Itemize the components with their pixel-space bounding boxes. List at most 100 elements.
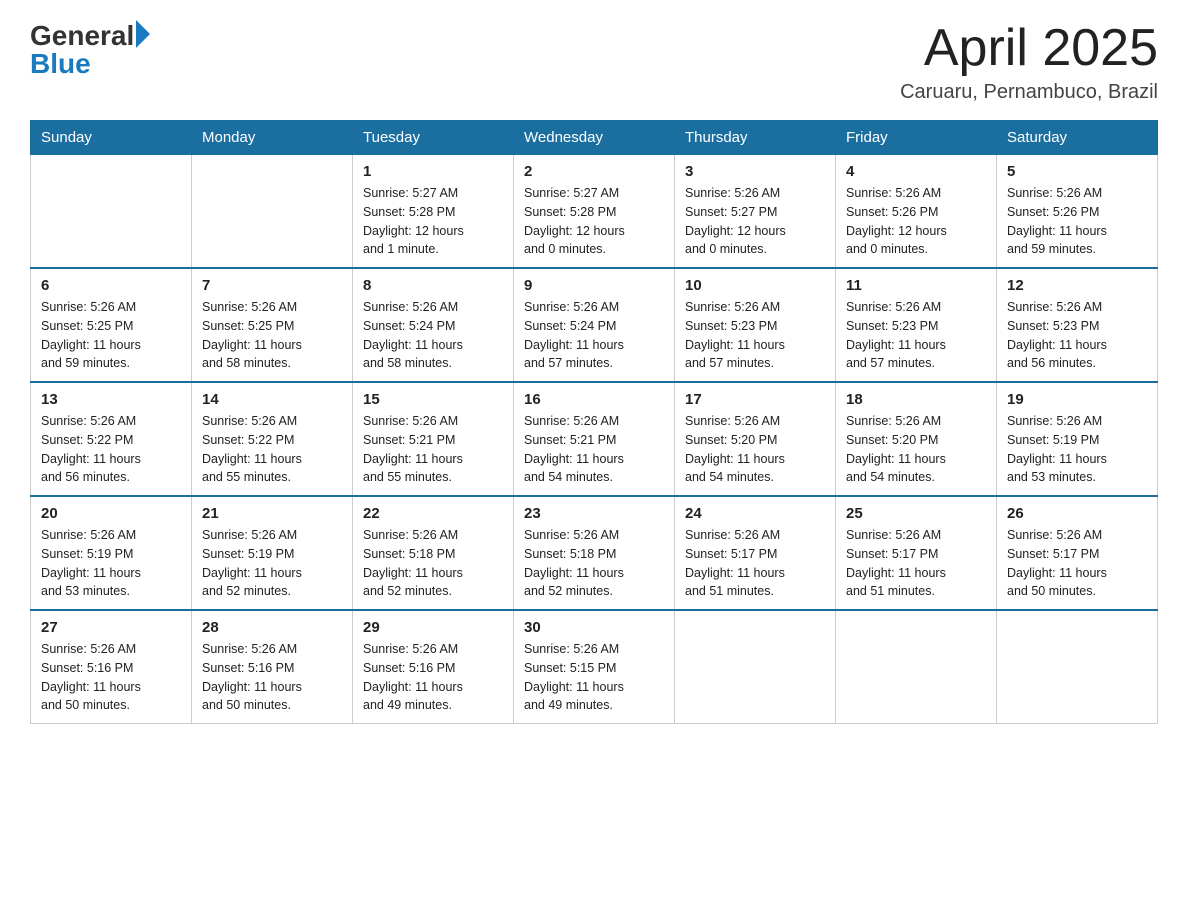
calendar-week-row: 20 Sunrise: 5:26 AMSunset: 5:19 PMDayligh… bbox=[31, 496, 1158, 610]
day-number: 8 bbox=[363, 277, 503, 294]
day-info: Sunrise: 5:26 AMSunset: 5:18 PMDaylight:… bbox=[363, 526, 503, 601]
location-title: Caruaru, Pernambuco, Brazil bbox=[900, 81, 1158, 104]
calendar-cell: 8Sunrise: 5:26 AMSunset: 5:24 PMDaylight… bbox=[353, 268, 514, 382]
day-number: 16 bbox=[524, 391, 664, 408]
day-info: Sunrise: 5:27 AMSunset: 5:28 PMDaylight:… bbox=[363, 184, 503, 259]
day-info: Sunrise: 5:26 AMSunset: 5:26 PMDaylight:… bbox=[1007, 184, 1147, 259]
calendar-cell: 18 Sunrise: 5:26 AMSunset: 5:20 PMDayligh… bbox=[836, 382, 997, 496]
day-number: 29 bbox=[363, 619, 503, 636]
calendar-cell: 21 Sunrise: 5:26 AMSunset: 5:19 PMDayligh… bbox=[192, 496, 353, 610]
header-wednesday: Wednesday bbox=[514, 121, 675, 155]
day-info: Sunrise: 5:26 AMSunset: 5:25 PMDaylight:… bbox=[202, 298, 342, 373]
calendar-week-row: 6 Sunrise: 5:26 AMSunset: 5:25 PMDaylight… bbox=[31, 268, 1158, 382]
day-number: 26 bbox=[1007, 505, 1147, 522]
day-info: Sunrise: 5:26 AMSunset: 5:23 PMDaylight:… bbox=[846, 298, 986, 373]
header-tuesday: Tuesday bbox=[353, 121, 514, 155]
day-number: 25 bbox=[846, 505, 986, 522]
calendar-cell bbox=[31, 155, 192, 269]
day-number: 24 bbox=[685, 505, 825, 522]
day-info: Sunrise: 5:26 AMSunset: 5:15 PMDaylight:… bbox=[524, 640, 664, 715]
calendar-cell: 6 Sunrise: 5:26 AMSunset: 5:25 PMDaylight… bbox=[31, 268, 192, 382]
calendar-cell: 16 Sunrise: 5:26 AMSunset: 5:21 PMDayligh… bbox=[514, 382, 675, 496]
day-number: 18 bbox=[846, 391, 986, 408]
day-info: Sunrise: 5:26 AMSunset: 5:16 PMDaylight:… bbox=[41, 640, 181, 715]
day-info: Sunrise: 5:26 AMSunset: 5:21 PMDaylight:… bbox=[524, 412, 664, 487]
day-number: 22 bbox=[363, 505, 503, 522]
calendar-week-row: 1 Sunrise: 5:27 AMSunset: 5:28 PMDaylight… bbox=[31, 155, 1158, 269]
day-number: 6 bbox=[41, 277, 181, 294]
day-number: 17 bbox=[685, 391, 825, 408]
calendar-cell: 17Sunrise: 5:26 AMSunset: 5:20 PMDayligh… bbox=[675, 382, 836, 496]
day-info: Sunrise: 5:26 AMSunset: 5:25 PMDaylight:… bbox=[41, 298, 181, 373]
calendar-cell: 11 Sunrise: 5:26 AMSunset: 5:23 PMDayligh… bbox=[836, 268, 997, 382]
calendar-cell: 14 Sunrise: 5:26 AMSunset: 5:22 PMDayligh… bbox=[192, 382, 353, 496]
day-info: Sunrise: 5:26 AMSunset: 5:24 PMDaylight:… bbox=[524, 298, 664, 373]
day-number: 10 bbox=[685, 277, 825, 294]
calendar-cell bbox=[997, 610, 1158, 724]
day-number: 30 bbox=[524, 619, 664, 636]
calendar-week-row: 13 Sunrise: 5:26 AMSunset: 5:22 PMDayligh… bbox=[31, 382, 1158, 496]
day-info: Sunrise: 5:26 AMSunset: 5:18 PMDaylight:… bbox=[524, 526, 664, 601]
day-number: 14 bbox=[202, 391, 342, 408]
calendar-cell: 13Sunrise: 5:26 AMSunset: 5:22 PMDayligh… bbox=[31, 382, 192, 496]
calendar-cell: 9 Sunrise: 5:26 AMSunset: 5:24 PMDaylight… bbox=[514, 268, 675, 382]
day-info: Sunrise: 5:26 AMSunset: 5:17 PMDaylight:… bbox=[1007, 526, 1147, 601]
day-info: Sunrise: 5:26 AMSunset: 5:26 PMDaylight:… bbox=[846, 184, 986, 259]
title-area: April 2025 Caruaru, Pernambuco, Brazil bbox=[900, 20, 1158, 104]
calendar-cell: 12 Sunrise: 5:26 AMSunset: 5:23 PMDayligh… bbox=[997, 268, 1158, 382]
day-number: 5 bbox=[1007, 163, 1147, 180]
calendar-table: SundayMondayTuesdayWednesdayThursdayFrid… bbox=[30, 120, 1158, 724]
logo-blue-text: Blue bbox=[30, 48, 91, 80]
day-info: Sunrise: 5:26 AMSunset: 5:16 PMDaylight:… bbox=[202, 640, 342, 715]
day-info: Sunrise: 5:26 AMSunset: 5:19 PMDaylight:… bbox=[41, 526, 181, 601]
day-number: 2 bbox=[524, 163, 664, 180]
calendar-cell: 30 Sunrise: 5:26 AMSunset: 5:15 PMDayligh… bbox=[514, 610, 675, 724]
day-number: 4 bbox=[846, 163, 986, 180]
day-number: 12 bbox=[1007, 277, 1147, 294]
calendar-cell: 15Sunrise: 5:26 AMSunset: 5:21 PMDayligh… bbox=[353, 382, 514, 496]
day-number: 15 bbox=[363, 391, 503, 408]
day-info: Sunrise: 5:26 AMSunset: 5:27 PMDaylight:… bbox=[685, 184, 825, 259]
day-number: 11 bbox=[846, 277, 986, 294]
calendar-cell: 2Sunrise: 5:27 AMSunset: 5:28 PMDaylight… bbox=[514, 155, 675, 269]
day-info: Sunrise: 5:26 AMSunset: 5:20 PMDaylight:… bbox=[846, 412, 986, 487]
day-info: Sunrise: 5:26 AMSunset: 5:23 PMDaylight:… bbox=[685, 298, 825, 373]
day-info: Sunrise: 5:26 AMSunset: 5:22 PMDaylight:… bbox=[202, 412, 342, 487]
day-number: 3 bbox=[685, 163, 825, 180]
day-number: 20 bbox=[41, 505, 181, 522]
day-number: 7 bbox=[202, 277, 342, 294]
day-info: Sunrise: 5:26 AMSunset: 5:23 PMDaylight:… bbox=[1007, 298, 1147, 373]
calendar-cell: 19Sunrise: 5:26 AMSunset: 5:19 PMDayligh… bbox=[997, 382, 1158, 496]
calendar-cell: 5 Sunrise: 5:26 AMSunset: 5:26 PMDaylight… bbox=[997, 155, 1158, 269]
calendar-cell: 29 Sunrise: 5:26 AMSunset: 5:16 PMDayligh… bbox=[353, 610, 514, 724]
header-monday: Monday bbox=[192, 121, 353, 155]
logo: General Blue bbox=[30, 20, 150, 80]
header-saturday: Saturday bbox=[997, 121, 1158, 155]
day-number: 9 bbox=[524, 277, 664, 294]
day-number: 23 bbox=[524, 505, 664, 522]
calendar-cell bbox=[836, 610, 997, 724]
day-info: Sunrise: 5:26 AMSunset: 5:19 PMDaylight:… bbox=[1007, 412, 1147, 487]
day-number: 13 bbox=[41, 391, 181, 408]
calendar-cell: 20 Sunrise: 5:26 AMSunset: 5:19 PMDayligh… bbox=[31, 496, 192, 610]
calendar-cell: 25 Sunrise: 5:26 AMSunset: 5:17 PMDayligh… bbox=[836, 496, 997, 610]
day-number: 27 bbox=[41, 619, 181, 636]
logo-arrow-icon bbox=[136, 20, 150, 48]
day-info: Sunrise: 5:26 AMSunset: 5:16 PMDaylight:… bbox=[363, 640, 503, 715]
day-number: 21 bbox=[202, 505, 342, 522]
day-info: Sunrise: 5:26 AMSunset: 5:19 PMDaylight:… bbox=[202, 526, 342, 601]
calendar-cell: 10 Sunrise: 5:26 AMSunset: 5:23 PMDayligh… bbox=[675, 268, 836, 382]
calendar-cell: 26 Sunrise: 5:26 AMSunset: 5:17 PMDayligh… bbox=[997, 496, 1158, 610]
day-number: 28 bbox=[202, 619, 342, 636]
calendar-cell bbox=[675, 610, 836, 724]
header: General Blue April 2025 Caruaru, Pernamb… bbox=[30, 20, 1158, 104]
calendar-week-row: 27 Sunrise: 5:26 AMSunset: 5:16 PMDayligh… bbox=[31, 610, 1158, 724]
calendar-cell: 1 Sunrise: 5:27 AMSunset: 5:28 PMDaylight… bbox=[353, 155, 514, 269]
day-number: 1 bbox=[363, 163, 503, 180]
day-info: Sunrise: 5:26 AMSunset: 5:17 PMDaylight:… bbox=[685, 526, 825, 601]
calendar-cell: 4 Sunrise: 5:26 AMSunset: 5:26 PMDaylight… bbox=[836, 155, 997, 269]
calendar-cell: 27 Sunrise: 5:26 AMSunset: 5:16 PMDayligh… bbox=[31, 610, 192, 724]
header-thursday: Thursday bbox=[675, 121, 836, 155]
day-info: Sunrise: 5:26 AMSunset: 5:17 PMDaylight:… bbox=[846, 526, 986, 601]
calendar-cell: 23 Sunrise: 5:26 AMSunset: 5:18 PMDayligh… bbox=[514, 496, 675, 610]
